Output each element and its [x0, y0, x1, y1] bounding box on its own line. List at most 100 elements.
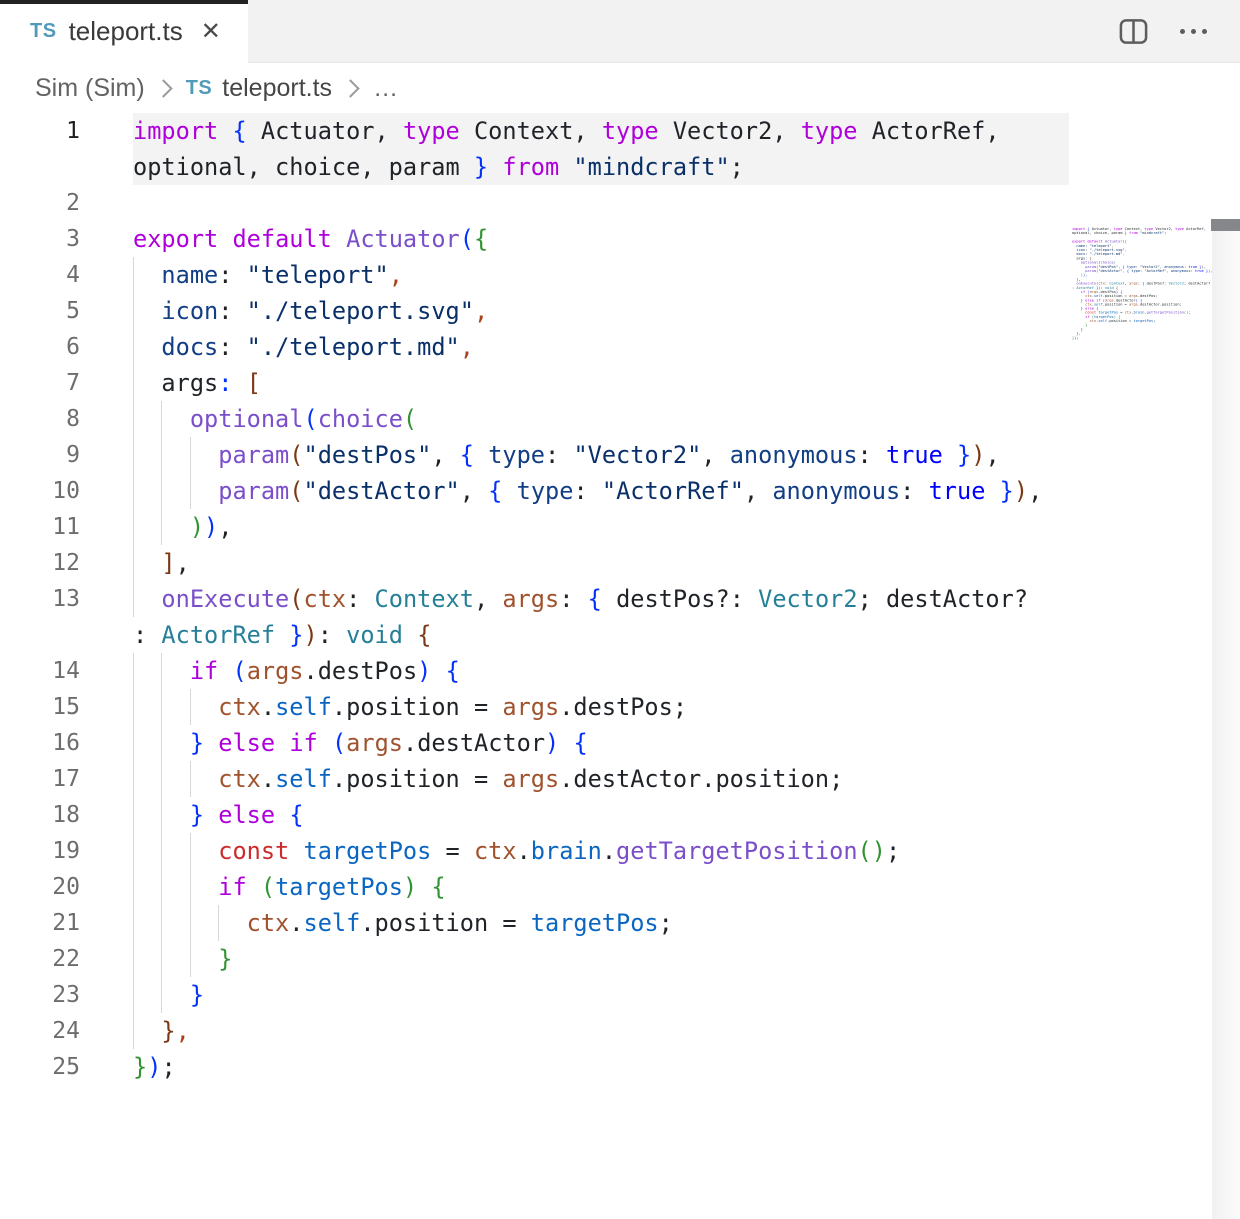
- breadcrumb-item-folder[interactable]: Sim (Sim): [35, 74, 145, 103]
- code-line[interactable]: 8 optional(choice(: [0, 401, 1240, 437]
- chevron-right-icon: [341, 79, 359, 97]
- code-text: onExecute(ctx: Context, args: { destPos?…: [133, 581, 1028, 617]
- code-line[interactable]: 6 docs: "./teleport.md",: [0, 329, 1240, 365]
- code-text: ctx.self.position = targetPos;: [133, 905, 673, 941]
- code-line[interactable]: optional, choice, param } from "mindcraf…: [0, 149, 1240, 185]
- line-number: 9: [0, 437, 80, 473]
- code-text: ctx.self.position = args.destPos;: [133, 689, 687, 725]
- code-text: export default Actuator({: [133, 221, 488, 257]
- code-text: docs: "./teleport.md",: [133, 329, 474, 365]
- code-line[interactable]: 2: [0, 185, 1240, 221]
- line-number: 15: [0, 689, 80, 725]
- line-number: 16: [0, 725, 80, 761]
- line-number: 22: [0, 941, 80, 977]
- code-line[interactable]: 17 ctx.self.position = args.destActor.po…: [0, 761, 1240, 797]
- breadcrumb-item-file[interactable]: teleport.ts: [222, 74, 332, 103]
- more-actions-icon[interactable]: [1177, 29, 1210, 34]
- code-text: if (targetPos) {: [133, 869, 446, 905]
- code-text: });: [133, 1049, 176, 1085]
- line-number: 4: [0, 257, 80, 293]
- minimap-content: import { Actuator, type Context, type Ve…: [1072, 227, 1240, 340]
- code-line[interactable]: 19 const targetPos = ctx.brain.getTarget…: [0, 833, 1240, 869]
- line-number: 3: [0, 221, 80, 257]
- minimap[interactable]: import { Actuator, type Context, type Ve…: [1072, 227, 1222, 347]
- line-number: 19: [0, 833, 80, 869]
- code-line[interactable]: 22 }: [0, 941, 1240, 977]
- line-number: 6: [0, 329, 80, 365]
- code-text: optional, choice, param } from "mindcraf…: [133, 149, 744, 185]
- code-text: const targetPos = ctx.brain.getTargetPos…: [133, 833, 900, 869]
- chevron-right-icon: [154, 79, 172, 97]
- scrollbar-track[interactable]: [1212, 219, 1240, 1219]
- code-text: args: [: [133, 365, 261, 401]
- code-text: ctx.self.position = args.destActor.posit…: [133, 761, 843, 797]
- code-line[interactable]: 9 param("destPos", { type: "Vector2", an…: [0, 437, 1240, 473]
- line-number: 2: [0, 185, 80, 221]
- line-number: 5: [0, 293, 80, 329]
- code-text: } else if (args.destActor) {: [133, 725, 588, 761]
- line-number: 23: [0, 977, 80, 1013]
- code-text: }: [133, 977, 204, 1013]
- code-line[interactable]: 15 ctx.self.position = args.destPos;: [0, 689, 1240, 725]
- code-line[interactable]: 20 if (targetPos) {: [0, 869, 1240, 905]
- line-number: 24: [0, 1013, 80, 1049]
- line-number: 7: [0, 365, 80, 401]
- active-tab-top-border: [0, 0, 248, 4]
- code-text: name: "teleport",: [133, 257, 403, 293]
- breadcrumb: Sim (Sim) TS teleport.ts …: [0, 63, 1240, 113]
- code-text: optional(choice(: [133, 401, 417, 437]
- code-text: ],: [133, 545, 190, 581]
- line-number: 1: [0, 113, 80, 149]
- ts-file-icon: TS: [30, 20, 57, 43]
- code-line[interactable]: 10 param("destActor", { type: "ActorRef"…: [0, 473, 1240, 509]
- code-text: import { Actuator, type Context, type Ve…: [133, 113, 1000, 149]
- code-line[interactable]: 4 name: "teleport",: [0, 257, 1240, 293]
- code-line[interactable]: 1 import { Actuator, type Context, type V…: [0, 113, 1240, 149]
- line-number: 21: [0, 905, 80, 941]
- code-lines: 1 import { Actuator, type Context, type V…: [0, 113, 1240, 1085]
- code-line[interactable]: 23 }: [0, 977, 1240, 1013]
- code-line[interactable]: 7 args: [: [0, 365, 1240, 401]
- code-line[interactable]: 12 ],: [0, 545, 1240, 581]
- line-number: 13: [0, 581, 80, 617]
- code-line[interactable]: 11 )),: [0, 509, 1240, 545]
- code-line[interactable]: 5 icon: "./teleport.svg",: [0, 293, 1240, 329]
- close-tab-icon[interactable]: ✕: [201, 20, 221, 44]
- code-line[interactable]: 16 } else if (args.destActor) {: [0, 725, 1240, 761]
- code-line[interactable]: 25});: [0, 1049, 1240, 1085]
- code-text: param("destActor", { type: "ActorRef", a…: [133, 473, 1042, 509]
- line-number: 18: [0, 797, 80, 833]
- code-line[interactable]: : ActorRef }): void {: [0, 617, 1240, 653]
- line-number: 20: [0, 869, 80, 905]
- code-text: : ActorRef }): void {: [133, 617, 431, 653]
- code-line[interactable]: 14 if (args.destPos) {: [0, 653, 1240, 689]
- ts-file-icon: TS: [186, 77, 213, 100]
- code-text: )),: [133, 509, 232, 545]
- code-text: } else {: [133, 797, 304, 833]
- breadcrumb-item-symbol[interactable]: …: [373, 74, 398, 103]
- code-text: param("destPos", { type: "Vector2", anon…: [133, 437, 1000, 473]
- tab-bar: TS teleport.ts ✕: [0, 0, 1240, 63]
- line-number: 25: [0, 1049, 80, 1085]
- code-editor[interactable]: 1 import { Actuator, type Context, type V…: [0, 113, 1240, 1106]
- editor-actions: [1118, 0, 1240, 62]
- code-line[interactable]: 13 onExecute(ctx: Context, args: { destP…: [0, 581, 1240, 617]
- split-editor-icon[interactable]: [1118, 16, 1149, 47]
- tab-teleport[interactable]: TS teleport.ts ✕: [0, 0, 248, 63]
- line-number: 17: [0, 761, 80, 797]
- code-line[interactable]: 24 },: [0, 1013, 1240, 1049]
- line-number: 10: [0, 473, 80, 509]
- code-line[interactable]: 3 export default Actuator({: [0, 221, 1240, 257]
- tab-title: teleport.ts: [69, 16, 183, 47]
- minimap-slider[interactable]: [1211, 219, 1240, 231]
- line-number: 11: [0, 509, 80, 545]
- line-number: 14: [0, 653, 80, 689]
- code-text: },: [133, 1013, 190, 1049]
- code-text: }: [133, 941, 232, 977]
- line-number: 12: [0, 545, 80, 581]
- code-text: icon: "./teleport.svg",: [133, 293, 488, 329]
- code-line[interactable]: 21 ctx.self.position = targetPos;: [0, 905, 1240, 941]
- code-text: if (args.destPos) {: [133, 653, 460, 689]
- line-number: 8: [0, 401, 80, 437]
- code-line[interactable]: 18 } else {: [0, 797, 1240, 833]
